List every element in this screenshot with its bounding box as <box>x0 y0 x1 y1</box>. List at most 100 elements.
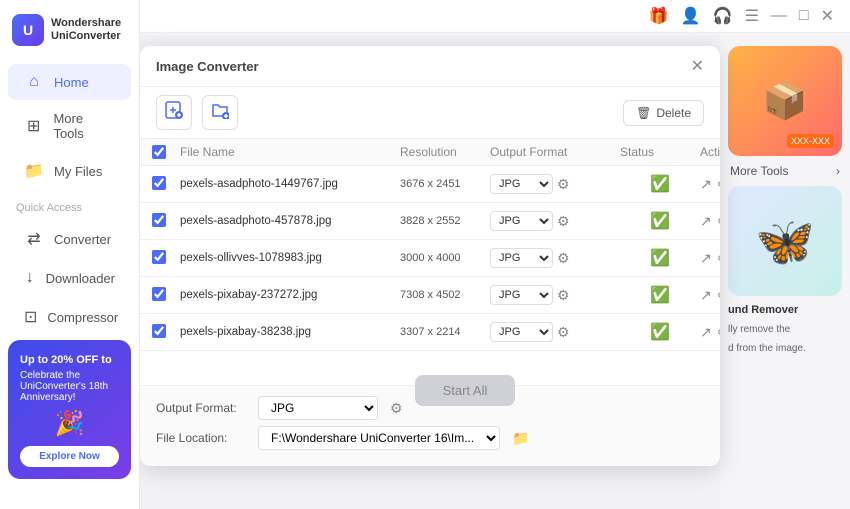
row-checkbox-0[interactable] <box>152 176 166 190</box>
dialog-close-button[interactable]: ✕ <box>691 56 704 76</box>
sidebar-item-compressor[interactable]: ⊡ Compressor <box>8 298 131 336</box>
row-format-select-4[interactable]: JPGPNGWEBP <box>490 322 553 342</box>
output-format-settings-icon[interactable]: ⚙ <box>390 400 403 417</box>
sidebar-item-converter[interactable]: ⇄ Converter <box>8 220 131 258</box>
header-checkbox-wrap <box>152 145 180 159</box>
converter-icon: ⇄ <box>24 229 44 249</box>
quick-access-label: Quick Access <box>0 192 139 218</box>
row-share-icon-1[interactable]: ↗ <box>700 213 712 230</box>
dialog-overlay: Image Converter ✕ <box>140 36 720 509</box>
table-row: pexels-pixabay-237272.jpg 7308 x 4502 JP… <box>140 277 720 314</box>
select-all-checkbox[interactable] <box>152 145 166 159</box>
header-format: Output Format <box>490 145 620 159</box>
row-format-wrap-1: JPGPNGWEBP ⚙ <box>490 211 620 231</box>
row-format-select-2[interactable]: JPGPNGWEBP <box>490 248 553 268</box>
row-filename-3: pexels-pixabay-237272.jpg <box>180 289 400 301</box>
right-panel: 📦 XXX-XXX More Tools › 🦋 und Remover lly… <box>720 36 850 509</box>
row-action-0: ↗ ✏ Convert <box>700 173 720 195</box>
file-location-label: File Location: <box>156 431 246 445</box>
row-share-icon-0[interactable]: ↗ <box>700 176 712 193</box>
row-filename-1: pexels-asadphoto-457878.jpg <box>180 215 400 227</box>
row-format-settings-icon-4[interactable]: ⚙ <box>557 324 570 341</box>
start-all-button[interactable]: Start All <box>415 375 516 406</box>
row-format-select-1[interactable]: JPGPNGWEBP <box>490 211 553 231</box>
table-header: File Name Resolution Output Format Statu… <box>140 139 720 166</box>
footer-output-row: Output Format: JPG PNG WEBP BMP ⚙ Start … <box>156 396 704 420</box>
delete-button[interactable]: 🗑 Delete <box>623 100 704 126</box>
row-format-wrap-0: JPGPNGWEBP ⚙ <box>490 174 620 194</box>
row-format-select-0[interactable]: JPGPNGWEBP <box>490 174 553 194</box>
bg-remover-desc2: d from the image. <box>728 343 842 354</box>
file-location-select[interactable]: F:\Wondershare UniConverter 16\Im... <box>258 426 500 450</box>
row-checkbox-4[interactable] <box>152 324 166 338</box>
sidebar-item-home[interactable]: ⌂ Home <box>8 64 131 100</box>
headset-icon[interactable]: 🎧 <box>713 6 733 26</box>
top-bar: 🎁 👤 🎧 ☰ — □ ✕ <box>140 0 850 33</box>
more-tools-row[interactable]: More Tools › <box>728 164 842 178</box>
row-checkbox-3[interactable] <box>152 287 166 301</box>
row-format-settings-icon-3[interactable]: ⚙ <box>557 287 570 304</box>
row-edit-icon-1[interactable]: ✏ <box>718 213 720 230</box>
promo-line2: Celebrate the <box>20 370 119 381</box>
row-action-3: ↗ ✏ Convert <box>700 284 720 306</box>
close-window-icon[interactable]: ✕ <box>821 6 834 26</box>
row-format-settings-icon-0[interactable]: ⚙ <box>557 176 570 193</box>
more-tools-arrow-icon: › <box>836 164 840 178</box>
row-format-wrap-4: JPGPNGWEBP ⚙ <box>490 322 620 342</box>
add-folder-button[interactable] <box>202 95 238 130</box>
row-status-1: ✅ <box>620 211 700 231</box>
file-table: File Name Resolution Output Format Statu… <box>140 139 720 385</box>
row-format-settings-icon-2[interactable]: ⚙ <box>557 250 570 267</box>
row-edit-icon-0[interactable]: ✏ <box>718 176 720 193</box>
row-edit-icon-4[interactable]: ✏ <box>718 324 720 341</box>
row-action-1: ↗ ✏ Convert <box>700 210 720 232</box>
row-share-icon-4[interactable]: ↗ <box>700 324 712 341</box>
more-tools-icon: ⊞ <box>24 116 43 136</box>
table-row: pexels-pixabay-38238.jpg 3307 x 2214 JPG… <box>140 314 720 351</box>
output-format-select[interactable]: JPG PNG WEBP BMP <box>258 396 378 420</box>
add-file-button[interactable] <box>156 95 192 130</box>
row-action-4: ↗ ✏ Convert <box>700 321 720 343</box>
gift-icon[interactable]: 🎁 <box>649 6 669 26</box>
delete-icon: 🗑 <box>636 106 651 120</box>
row-edit-icon-3[interactable]: ✏ <box>718 287 720 304</box>
table-row: pexels-asadphoto-457878.jpg 3828 x 2552 … <box>140 203 720 240</box>
bg-remover-desc1: lly remove the <box>728 324 842 335</box>
promo-line4: Anniversary! <box>20 392 119 403</box>
compressor-icon: ⊡ <box>24 307 37 327</box>
home-icon: ⌂ <box>24 73 44 91</box>
sidebar-item-compressor-label: Compressor <box>47 310 118 325</box>
row-filename-2: pexels-ollivves-1078983.jpg <box>180 252 400 264</box>
app-logo: U Wondershare UniConverter <box>0 0 139 56</box>
table-body: pexels-asadphoto-1449767.jpg 3676 x 2451… <box>140 166 720 351</box>
maximize-icon[interactable]: □ <box>799 7 809 25</box>
row-edit-icon-2[interactable]: ✏ <box>718 250 720 267</box>
sidebar-item-my-files[interactable]: 📁 My Files <box>8 152 131 190</box>
file-location-browse-icon[interactable]: 📁 <box>512 430 529 447</box>
promo-banner: Up to 20% OFF to Celebrate the UniConver… <box>8 340 131 479</box>
sidebar-item-more-tools-label: More Tools <box>53 111 115 141</box>
row-format-settings-icon-1[interactable]: ⚙ <box>557 213 570 230</box>
more-tools-row-label: More Tools <box>730 164 788 178</box>
row-checkbox-2[interactable] <box>152 250 166 264</box>
row-format-select-3[interactable]: JPGPNGWEBP <box>490 285 553 305</box>
sidebar-item-my-files-label: My Files <box>54 164 102 179</box>
menu-icon[interactable]: ☰ <box>745 6 759 26</box>
minimize-icon[interactable]: — <box>771 7 787 25</box>
row-share-icon-2[interactable]: ↗ <box>700 250 712 267</box>
row-resolution-2: 3000 x 4000 <box>400 252 490 264</box>
header-status: Status <box>620 145 700 159</box>
row-status-4: ✅ <box>620 322 700 342</box>
user-icon[interactable]: 👤 <box>681 6 701 26</box>
sidebar-item-downloader[interactable]: ↓ Downloader <box>8 260 131 296</box>
my-files-icon: 📁 <box>24 161 44 181</box>
row-checkbox-1[interactable] <box>152 213 166 227</box>
explore-now-button[interactable]: Explore Now <box>20 446 119 467</box>
row-checkbox-wrap-3 <box>152 287 180 304</box>
sidebar-item-more-tools[interactable]: ⊞ More Tools <box>8 102 131 150</box>
row-share-icon-3[interactable]: ↗ <box>700 287 712 304</box>
sidebar-item-home-label: Home <box>54 75 89 90</box>
row-resolution-3: 7308 x 4502 <box>400 289 490 301</box>
row-checkbox-wrap-4 <box>152 324 180 341</box>
promo-line3: UniConverter's 18th <box>20 381 119 392</box>
